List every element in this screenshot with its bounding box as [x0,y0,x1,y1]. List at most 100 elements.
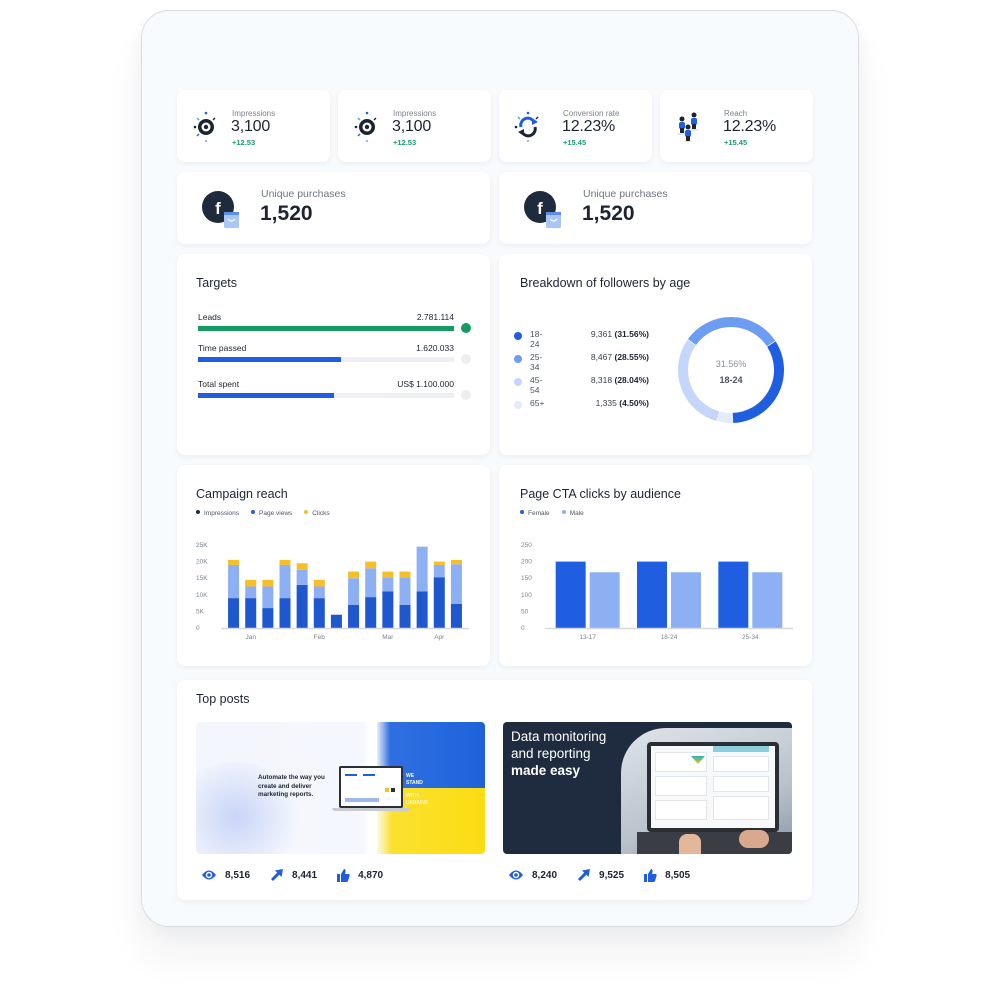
kpi-change: +12.53 [393,138,417,147]
donut-segment-25-34[interactable] [687,317,776,347]
bar-impressions[interactable] [313,598,325,628]
bar-page-views[interactable] [450,564,462,604]
bar-page-views[interactable] [245,586,257,599]
y-tick-label: 5K [196,608,205,615]
hand-left [679,834,701,854]
x-tick-label: Feb [314,634,326,641]
legend-count: 9,361 (31.56%) [590,329,649,339]
campaign-reach-title: Campaign reach [196,487,288,501]
page-cta-chart: 0 50 100 150 200 250 13-17 18-24 25-34 [521,542,793,641]
bar-female[interactable] [637,561,667,628]
x-tick-label: Jan [245,634,256,641]
bar-page-views[interactable] [348,578,360,605]
bar-impressions[interactable] [262,608,274,628]
donut-segment-45-54[interactable] [678,339,720,421]
campaign-reach-chart: 0 5K 10K 15K 20K 25K Jan Feb Mar Apr [196,542,469,641]
kpi-card-impressions-1[interactable]: Impressions 3,100 +12.53 [177,90,330,162]
bar-impressions[interactable] [348,604,360,628]
unique-purchases-card-1[interactable]: f Unique purchases 1,520 [177,172,490,244]
post-image-1[interactable]: Automate the way you create and deliver … [196,722,485,854]
bar-clicks[interactable] [433,561,445,565]
kpi-card-reach[interactable]: Reach 12.23% +15.45 [660,90,813,162]
bar-clicks[interactable] [382,571,394,578]
legend-item-male[interactable]: Male [561,510,584,517]
y-tick-label: 10K [196,592,208,599]
unique-purchases-card-2[interactable]: f Unique purchases 1,520 [499,172,812,244]
bar-impressions[interactable] [433,577,445,628]
bar-clicks[interactable] [365,561,377,569]
kpi-label: Impressions [232,109,276,118]
kpi-card-conversion-rate[interactable]: Conversion rate 12.23% +15.45 [499,90,652,162]
bar-male[interactable] [589,572,620,628]
followers-donut-chart: 31.56% 18-24 [678,317,784,423]
y-tick-label: 0 [521,625,525,632]
bar-page-views[interactable] [262,586,274,609]
bar-clicks[interactable] [279,559,291,565]
target-status-dot [461,323,471,333]
bar-impressions[interactable] [228,598,240,628]
bar-page-views[interactable] [365,568,377,598]
bar-female[interactable] [718,561,749,628]
bar-impressions[interactable] [330,614,342,628]
bar-clicks[interactable] [348,571,360,579]
y-tick-label: 25K [196,542,208,549]
bar-impressions[interactable] [416,591,428,628]
bar-impressions[interactable] [382,591,394,628]
bar-impressions[interactable] [245,598,257,628]
bar-clicks[interactable] [313,579,325,587]
bar-clicks[interactable] [262,579,274,587]
bar-female[interactable] [555,561,586,628]
page-cta-legend: Female Male [520,510,584,517]
target-progress-track [198,393,454,398]
kpi-card-impressions-2[interactable]: Impressions 3,100 +12.53 [338,90,491,162]
kpi-value: 3,100 [392,118,432,135]
eye-icon [193,111,216,142]
legend-item-page-views[interactable]: Page views [251,510,292,517]
legend-item-impressions[interactable]: Impressions [196,510,239,517]
y-tick-label: 250 [521,542,532,549]
x-tick-label: Mar [382,634,394,641]
y-tick-label: 15K [196,575,208,582]
legend-item-clicks[interactable]: Clicks [304,510,330,517]
post-image-2[interactable]: Data monitoring and reporting made easy [503,722,792,854]
donut-segment-65-plus[interactable] [717,411,734,423]
bar-clicks[interactable] [245,579,257,587]
shares-stat: 8,441 [270,868,317,882]
bar-male[interactable] [671,572,701,628]
thumbs-up-icon [644,868,657,882]
target-label: Leads [198,312,222,322]
bar-page-views[interactable] [228,564,240,599]
bar-page-views[interactable] [399,577,411,605]
bar-page-views[interactable] [279,564,291,599]
y-tick-label: 20K [196,559,208,566]
bar-page-views[interactable] [296,569,308,585]
target-value: 1.620.033 [416,343,454,353]
bar-impressions[interactable] [296,584,308,628]
campaign-reach-card: Campaign reach Impressions Page views Cl… [177,465,490,666]
svg-text:f: f [215,199,221,218]
bar-impressions[interactable] [365,597,377,628]
facebook-shopping-bag-icon: f [524,191,561,228]
bar-impressions[interactable] [450,603,462,628]
legend-item-female[interactable]: Female [520,510,550,517]
kpi-value: 3,100 [231,118,271,135]
bar-page-views[interactable] [382,577,394,592]
y-tick-label: 50 [521,608,529,615]
bar-page-views[interactable] [433,564,445,578]
bar-impressions[interactable] [399,604,411,628]
bar-page-views[interactable] [313,586,325,599]
bar-clicks[interactable] [296,563,308,570]
donut-center-percent: 31.56% [716,359,747,369]
post-2-stats: 8,240 9,525 8,505 [508,868,710,882]
x-tick-label: 13-17 [579,634,596,641]
bar-page-views[interactable] [416,546,428,592]
bar-male[interactable] [752,572,783,628]
hand-right [739,830,769,848]
bar-clicks[interactable] [228,559,240,565]
laptop-photo [647,742,779,832]
bar-clicks[interactable] [450,559,462,565]
arrow-share-icon [578,869,591,881]
kpi-change: +15.45 [724,138,748,147]
bar-impressions[interactable] [279,598,291,628]
bar-clicks[interactable] [399,571,411,578]
